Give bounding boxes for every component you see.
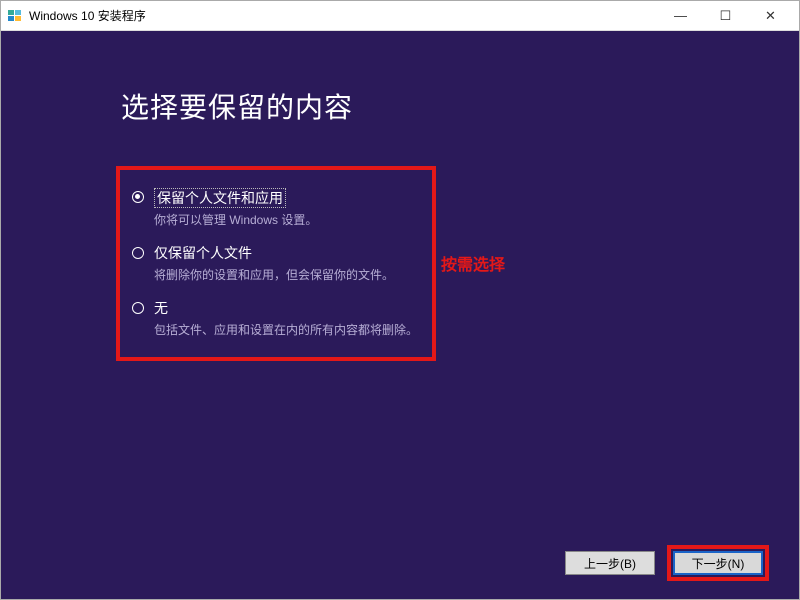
annotation-text: 按需选择 xyxy=(441,251,505,275)
option-keep-files-only[interactable]: 仅保留个人文件 将删除你的设置和应用，但会保留你的文件。 xyxy=(132,244,420,283)
back-button[interactable]: 上一步(B) xyxy=(565,551,655,575)
option-label: 保留个人文件和应用 xyxy=(154,188,286,208)
option-desc: 包括文件、应用和设置在内的所有内容都将删除。 xyxy=(154,322,420,338)
titlebar: Windows 10 安装程序 — ☐ ✕ xyxy=(1,1,799,31)
installer-window: Windows 10 安装程序 — ☐ ✕ 选择要保留的内容 保留个人文件和应用… xyxy=(0,0,800,600)
wizard-buttons: 上一步(B) 下一步(N) xyxy=(565,545,769,581)
radio-icon xyxy=(132,247,144,259)
options-group-highlight: 保留个人文件和应用 你将可以管理 Windows 设置。 仅保留个人文件 将删除… xyxy=(116,166,436,361)
option-nothing[interactable]: 无 包括文件、应用和设置在内的所有内容都将删除。 xyxy=(132,299,420,338)
app-icon xyxy=(7,8,23,24)
radio-icon xyxy=(132,191,144,203)
page-heading: 选择要保留的内容 xyxy=(121,86,353,126)
option-desc: 你将可以管理 Windows 设置。 xyxy=(154,212,420,228)
radio-icon xyxy=(132,302,144,314)
option-desc: 将删除你的设置和应用，但会保留你的文件。 xyxy=(154,267,420,283)
close-button[interactable]: ✕ xyxy=(748,1,793,31)
window-title: Windows 10 安装程序 xyxy=(29,7,146,24)
next-button-highlight: 下一步(N) xyxy=(667,545,769,581)
minimize-button[interactable]: — xyxy=(658,1,703,31)
maximize-button[interactable]: ☐ xyxy=(703,1,748,31)
option-label: 无 xyxy=(154,300,168,316)
client-area: 选择要保留的内容 保留个人文件和应用 你将可以管理 Windows 设置。 仅保… xyxy=(1,31,799,599)
option-label: 仅保留个人文件 xyxy=(154,245,252,261)
option-keep-files-apps[interactable]: 保留个人文件和应用 你将可以管理 Windows 设置。 xyxy=(132,188,420,228)
next-button[interactable]: 下一步(N) xyxy=(673,551,763,575)
